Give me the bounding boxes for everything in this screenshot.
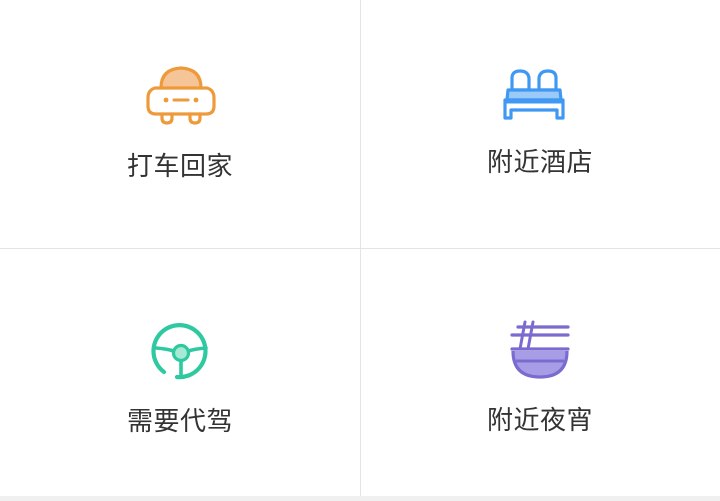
tile-label: 需要代驾 bbox=[126, 407, 233, 437]
tile-designated-driver[interactable]: 需要代驾 bbox=[0, 249, 360, 497]
noodle-bowl-icon bbox=[510, 320, 570, 379]
tile-label: 打车回家 bbox=[126, 152, 233, 182]
tile-taxi-home[interactable]: 打车回家 bbox=[0, 0, 360, 248]
tile-label: 附近酒店 bbox=[486, 148, 593, 178]
tile-nearby-hotel[interactable]: 附近酒店 bbox=[360, 0, 720, 248]
tile-label: 附近夜宵 bbox=[486, 406, 593, 436]
steering-wheel-icon bbox=[151, 323, 208, 380]
car-icon bbox=[146, 66, 216, 125]
horizontal-divider bbox=[0, 248, 720, 249]
bottom-separator bbox=[0, 496, 720, 501]
quick-services-grid: 打车回家 附近酒店 需要代驾 附近夜宵 bbox=[0, 0, 720, 496]
tile-late-night-snack[interactable]: 附近夜宵 bbox=[360, 249, 720, 497]
bed-icon bbox=[503, 69, 565, 120]
